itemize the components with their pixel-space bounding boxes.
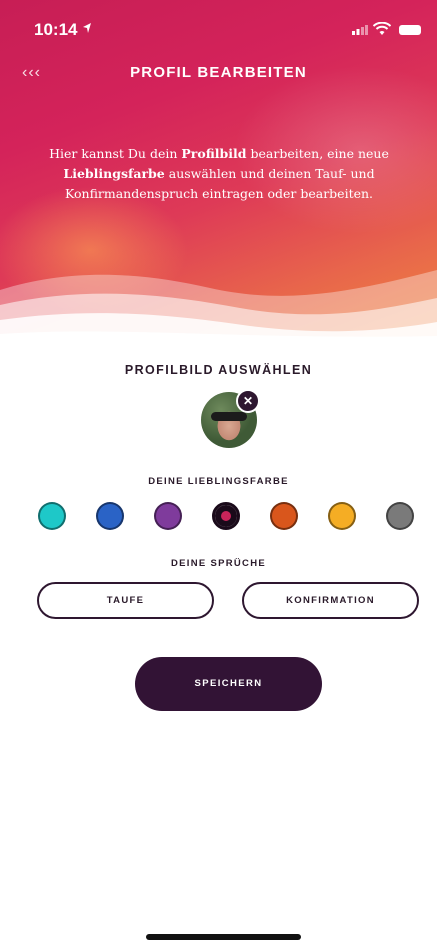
location-arrow-icon bbox=[83, 23, 91, 33]
cellular-signal-icon bbox=[352, 25, 368, 35]
wifi-icon bbox=[373, 22, 391, 35]
favorite-color-heading: DEINE LIEBLINGSFARBE bbox=[148, 476, 289, 487]
baptism-saying-button[interactable]: TAUFE bbox=[37, 582, 214, 619]
color-swatch-7[interactable] bbox=[386, 502, 414, 530]
color-swatch-6[interactable] bbox=[328, 502, 356, 530]
page-title: PROFIL BEARBEITEN bbox=[130, 64, 307, 81]
home-indicator bbox=[146, 934, 301, 940]
color-swatch-1[interactable] bbox=[38, 502, 66, 530]
selected-color-dot bbox=[221, 511, 231, 521]
intro-text: Hier kannst Du dein Profilbild bearbeite… bbox=[49, 146, 389, 201]
sayings-heading: DEINE SPRÜCHE bbox=[170, 558, 267, 569]
status-bar: 10:14 bbox=[0, 18, 437, 46]
color-swatch-4[interactable] bbox=[212, 502, 240, 530]
wave-decoration bbox=[0, 270, 437, 350]
battery-icon bbox=[399, 25, 421, 35]
color-swatch-5[interactable] bbox=[270, 502, 298, 530]
color-swatch-2[interactable] bbox=[96, 502, 124, 530]
status-time: 10:14 bbox=[34, 20, 78, 39]
color-swatch-3[interactable] bbox=[154, 502, 182, 530]
save-button[interactable]: SPEICHERN bbox=[135, 657, 322, 711]
confirmation-saying-button[interactable]: KONFIRMATION bbox=[242, 582, 419, 619]
profile-picture-heading: PROFILBILD AUSWÄHLEN bbox=[124, 363, 313, 377]
remove-photo-button[interactable]: ✕ bbox=[236, 389, 260, 413]
